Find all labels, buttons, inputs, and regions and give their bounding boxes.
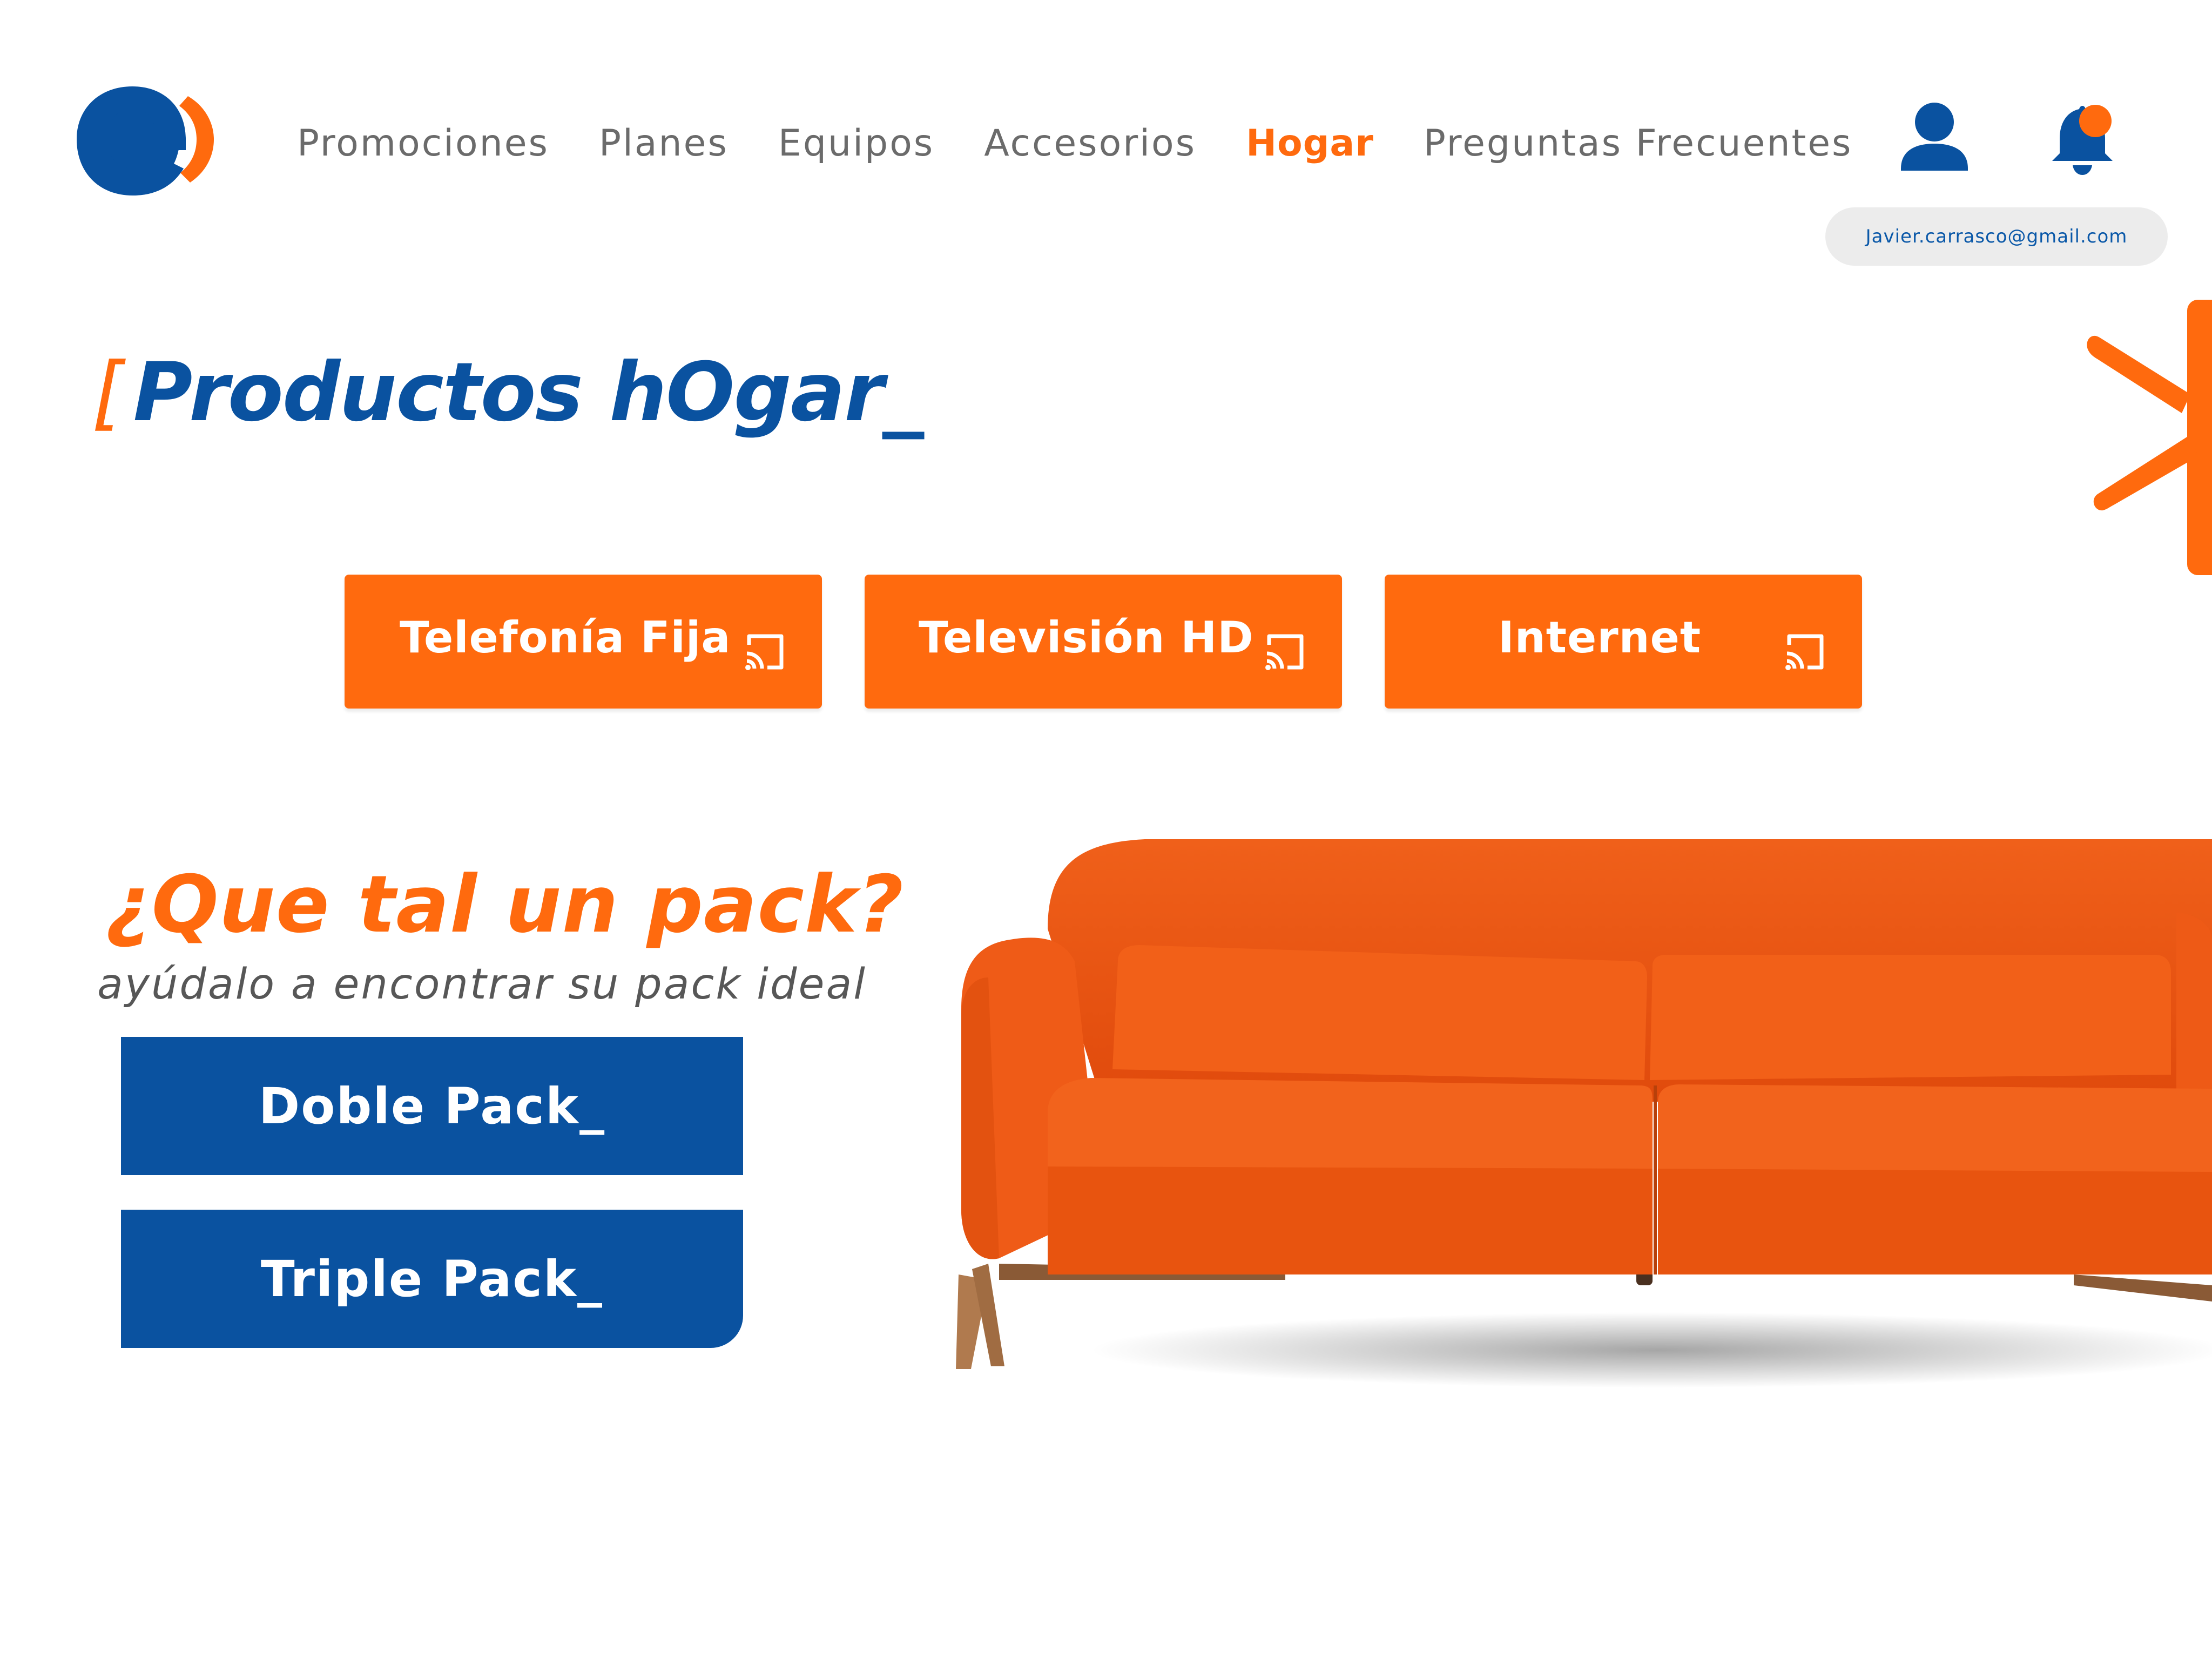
- cast-icon: [1265, 634, 1304, 670]
- title-bracket: [: [92, 346, 124, 440]
- asterisk-icon: [2087, 300, 2212, 575]
- nav-item-planes[interactable]: Planes: [599, 122, 729, 165]
- orange-sofa-image: [956, 839, 2212, 1388]
- nav-item-promociones[interactable]: Promociones: [297, 122, 549, 165]
- television-hd-button[interactable]: Televisión HD: [865, 575, 1342, 709]
- nav-item-hogar[interactable]: Hogar: [1246, 122, 1374, 165]
- triple-pack-button[interactable]: Triple Pack_: [121, 1210, 743, 1348]
- bell-icon[interactable]: [2041, 97, 2121, 178]
- pack-heading: ¿Que tal un pack?: [105, 859, 904, 950]
- pack-subheading: ayúdalo a encontrar su pack ideal: [97, 960, 867, 1009]
- title-text: Productos hOgar_: [133, 346, 924, 440]
- page-title: [Productos hOgar_: [92, 346, 924, 440]
- user-icon[interactable]: [1894, 97, 1974, 178]
- telefonia-fija-button[interactable]: Telefonía Fija: [345, 575, 822, 709]
- internet-button[interactable]: Internet: [1385, 575, 1862, 709]
- internet-label: Internet: [1498, 612, 1702, 663]
- cast-icon: [745, 634, 784, 670]
- cast-icon: [1785, 634, 1824, 670]
- telefonia-fija-label: Telefonía Fija: [400, 612, 731, 663]
- nav-item-accesorios[interactable]: Accesorios: [984, 122, 1196, 165]
- television-hd-label: Televisión HD: [919, 612, 1254, 663]
- nav-item-equipos[interactable]: Equipos: [778, 122, 934, 165]
- nav-item-preguntas-frecuentes[interactable]: Preguntas Frecuentes: [1424, 122, 1853, 165]
- user-email-badge[interactable]: Javier.carrasco@gmail.com: [1825, 207, 2168, 266]
- entel-logo-icon[interactable]: [65, 76, 216, 200]
- main-nav: Promociones Planes Equipos Accesorios Ho…: [297, 113, 1852, 173]
- doble-pack-button[interactable]: Doble Pack_: [121, 1037, 743, 1175]
